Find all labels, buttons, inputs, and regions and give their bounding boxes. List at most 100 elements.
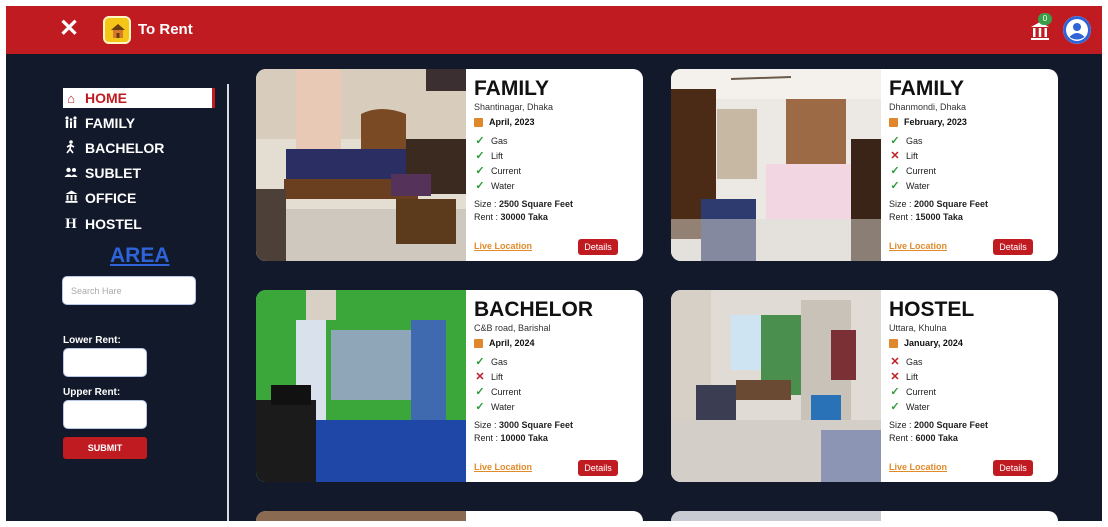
size-value: 2500 Square Feet [499,199,574,209]
brand-logo[interactable] [103,16,131,44]
lower-rent-input[interactable] [63,348,147,377]
close-icon[interactable]: ✕ [58,16,80,42]
sidebar-item-label: OFFICE [85,190,137,206]
details-button[interactable]: Details [993,460,1033,476]
users-icon [63,166,79,181]
check-icon: ✓ [475,150,485,162]
amenity-label: Gas [906,135,923,146]
submit-button[interactable]: SUBMIT [63,437,147,459]
details-button[interactable]: Details [578,239,618,255]
sidebar-item-hostel[interactable]: H HOSTEL [63,214,142,234]
live-location-link[interactable]: Live Location [474,462,532,472]
listing-location: Dhanmondi, Dhaka [889,102,967,112]
area-title[interactable]: AREA [110,244,170,268]
amenity-gas: ✓ Gas [474,354,639,369]
size-label: Size : [474,199,500,209]
size-value: 2000 Square Feet [914,199,989,209]
sidebar-item-bachelor[interactable]: BACHELOR [63,138,164,158]
sidebar-item-label: HOSTEL [85,216,142,232]
listing-type: FAMILY [474,77,550,100]
sidebar-item-label: SUBLET [85,165,141,181]
amenity-current: ✓ Current [889,163,1054,178]
amenity-gas: ✕ Gas [889,354,1054,369]
amenity-label: Gas [491,135,508,146]
listing-type: FAMILY [889,77,965,100]
rent-label: Rent : [889,433,916,443]
listing-rent: Rent : 10000 Taka [474,433,639,443]
amenity-lift: ✕ Lift [889,369,1054,384]
listing-rent: Rent : 15000 Taka [889,212,1054,222]
live-location-link[interactable]: Live Location [474,241,532,251]
amenity-gas: ✓ Gas [889,133,1054,148]
listing-location: Shantinagar, Dhaka [474,102,554,112]
amenity-label: Lift [491,371,504,382]
rent-value: 6000 Taka [915,433,958,443]
listing-date-text: February, 2023 [904,117,967,127]
amenity-label: Current [491,386,522,397]
amenity-current: ✓ Current [474,163,639,178]
amenity-label: Water [906,180,930,191]
rent-label: Rent : [474,212,501,222]
listing-size: Size : 3000 Square Feet [474,420,639,430]
listing-size: Size : 2500 Square Feet [474,199,639,209]
amenity-current: ✓ Current [889,384,1054,399]
search-input[interactable] [62,276,196,305]
brand-title[interactable]: To Rent [138,21,193,38]
calendar-icon [474,338,483,348]
user-avatar-icon[interactable] [1063,16,1091,44]
check-icon: ✓ [475,386,485,398]
amenity-label: Water [491,180,515,191]
sidebar-item-family[interactable]: FAMILY [63,113,135,133]
amenity-label: Current [906,386,937,397]
listing-card: FAMILY Shantinagar, Dhaka April, 2023 ✓ G… [256,69,643,261]
listing-photo[interactable] [256,290,466,482]
sidebar-item-home[interactable]: ⌂ HOME [63,88,215,108]
live-location-link[interactable]: Live Location [889,462,947,472]
amenity-lift: ✕ Lift [474,369,639,384]
check-icon: ✓ [475,165,485,177]
amenity-label: Lift [906,371,919,382]
upper-rent-input[interactable] [63,400,147,429]
amenity-lift: ✓ Lift [474,148,639,163]
check-icon: ✓ [475,180,485,192]
listing-date: January, 2024 [889,338,1054,348]
live-location-link[interactable]: Live Location [889,241,947,251]
listing-date-text: January, 2024 [904,338,963,348]
listing-location: C&B road, Barishal [474,323,551,333]
cross-icon: ✕ [890,150,900,162]
size-value: 3000 Square Feet [499,420,574,430]
listing-card: HOSTEL Uttara, Khulna January, 2024 ✕ Gas… [671,290,1058,482]
listing-photo[interactable] [256,69,466,261]
amenity-label: Gas [906,356,923,367]
sidebar-item-label: FAMILY [85,115,136,131]
listing-card: BACHELOR C&B road, Barishal April, 2024 … [256,290,643,482]
check-icon: ✓ [890,386,900,398]
home-icon: ⌂ [67,90,75,106]
sidebar-item-label: BACHELOR [85,140,165,156]
amenity-label: Current [906,165,937,176]
amenity-water: ✓ Water [474,178,639,193]
amenity-gas: ✓ Gas [474,133,639,148]
listing-size: Size : 2000 Square Feet [889,420,1054,430]
details-button[interactable]: Details [578,460,618,476]
listing-location: Uttara, Khulna [889,323,947,333]
lower-rent-label: Lower Rent: [63,335,121,346]
sidebar-item-office[interactable]: OFFICE [63,188,136,208]
amenity-label: Lift [906,150,919,161]
check-icon: ✓ [890,165,900,177]
listing-date: April, 2024 [474,338,639,348]
listing-card: FAMILY Dhanmondi, Dhaka February, 2023 ✓… [671,69,1058,261]
listing-type: HOSTEL [889,298,975,321]
check-icon: ✓ [475,135,485,147]
sidebar-item-label: HOME [85,90,127,106]
amenity-water: ✓ Water [474,399,639,414]
listing-photo[interactable] [671,69,881,261]
details-button[interactable]: Details [993,239,1033,255]
sidebar-item-sublet[interactable]: SUBLET [63,163,141,183]
listing-card-partial [671,511,1058,521]
calendar-icon [889,117,898,127]
listing-photo[interactable] [671,290,881,482]
amenity-water: ✓ Water [889,178,1054,193]
listing-rent: Rent : 6000 Taka [889,433,1054,443]
amenity-current: ✓ Current [474,384,639,399]
